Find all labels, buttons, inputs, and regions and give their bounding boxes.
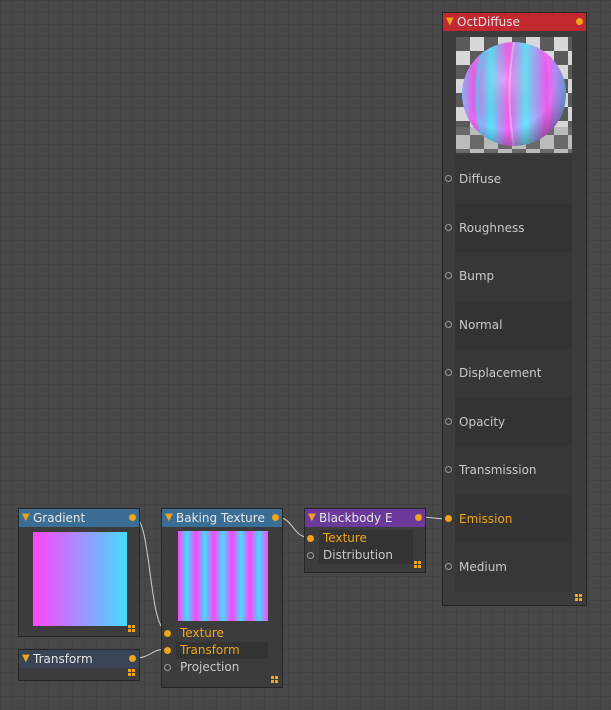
octdiffuse-output-pin[interactable] xyxy=(576,18,583,25)
octdiffuse-pin-roughness[interactable]: Roughness xyxy=(443,204,585,253)
baking-pin-projection[interactable]: Projection xyxy=(164,659,274,676)
pin-dot-icon[interactable] xyxy=(445,369,452,376)
blackbody-node-header[interactable]: ▼ Blackbody E xyxy=(305,509,425,527)
blackbody-pin-distribution[interactable]: Distribution xyxy=(307,547,415,564)
gradient-output-pin[interactable] xyxy=(129,514,136,521)
pin-label: Transmission xyxy=(459,463,537,477)
transform-node-header[interactable]: ▼ Transform xyxy=(19,650,139,668)
blackbody-node-title: Blackbody E xyxy=(319,511,393,525)
octdiffuse-pin-diffuse[interactable]: Diffuse xyxy=(443,155,585,204)
collapse-triangle-icon[interactable]: ▼ xyxy=(22,509,30,527)
octdiffuse-node-header[interactable]: ▼ OctDiffuse xyxy=(443,13,586,31)
octdiffuse-pin-displacement[interactable]: Displacement xyxy=(443,349,585,398)
collapse-triangle-icon[interactable]: ▼ xyxy=(308,509,316,527)
blackbody-emission-node[interactable]: ▼ Blackbody E Texture Distribution xyxy=(304,508,426,573)
baking-texture-node-header[interactable]: ▼ Baking Texture xyxy=(162,509,282,527)
pin-dot-icon[interactable] xyxy=(445,563,452,570)
pin-label: Roughness xyxy=(459,221,525,235)
resize-grip-icon[interactable] xyxy=(128,625,135,632)
pin-label: Medium xyxy=(459,560,507,574)
gradient-node[interactable]: ▼ Gradient xyxy=(18,508,140,637)
gradient-node-title: Gradient xyxy=(33,511,86,525)
gradient-node-header[interactable]: ▼ Gradient xyxy=(19,509,139,527)
blackbody-output-pin[interactable] xyxy=(415,514,422,521)
baking-texture-node-title: Baking Texture xyxy=(176,511,265,525)
pin-dot-icon[interactable] xyxy=(164,664,171,671)
baking-pin-transform[interactable]: Transform xyxy=(164,642,274,659)
transform-node[interactable]: ▼ Transform xyxy=(18,649,140,681)
resize-grip-icon[interactable] xyxy=(414,561,421,568)
transform-node-title: Transform xyxy=(33,652,93,666)
pin-label: Diffuse xyxy=(459,172,502,186)
pin-label: Projection xyxy=(180,660,240,674)
pin-label: Displacement xyxy=(459,366,542,380)
octdiffuse-pin-normal[interactable]: Normal xyxy=(443,301,585,350)
pin-dot-icon[interactable] xyxy=(445,224,452,231)
gradient-preview xyxy=(33,532,127,626)
baking-texture-output-pin[interactable] xyxy=(272,514,279,521)
blackbody-pin-texture[interactable]: Texture xyxy=(307,530,415,547)
baking-texture-preview xyxy=(178,531,268,621)
pin-dot-icon[interactable] xyxy=(307,535,314,542)
octdiffuse-pin-emission[interactable]: Emission xyxy=(443,495,585,544)
pin-label: Texture xyxy=(180,626,224,640)
octdiffuse-node-title: OctDiffuse xyxy=(457,15,520,29)
resize-grip-icon[interactable] xyxy=(128,669,135,676)
pin-dot-icon[interactable] xyxy=(164,647,171,654)
collapse-triangle-icon[interactable]: ▼ xyxy=(165,509,173,527)
pin-dot-icon[interactable] xyxy=(445,272,452,279)
octdiffuse-node[interactable]: ▼ OctDiffuse Diffuse Roughness Bump Norm… xyxy=(442,12,587,606)
pin-label: Texture xyxy=(323,531,367,545)
pin-dot-icon[interactable] xyxy=(164,630,171,637)
baking-pin-texture[interactable]: Texture xyxy=(164,625,274,642)
material-preview xyxy=(456,37,572,153)
baking-texture-node[interactable]: ▼ Baking Texture Texture Transform Proje… xyxy=(161,508,283,688)
collapse-triangle-icon[interactable]: ▼ xyxy=(446,13,454,31)
pin-dot-icon[interactable] xyxy=(445,175,452,182)
octdiffuse-pin-transmission[interactable]: Transmission xyxy=(443,446,585,495)
pin-label: Transform xyxy=(180,643,240,657)
transform-output-pin[interactable] xyxy=(129,655,136,662)
pin-dot-icon[interactable] xyxy=(445,466,452,473)
pin-label: Normal xyxy=(459,318,503,332)
pin-label: Distribution xyxy=(323,548,394,562)
resize-grip-icon[interactable] xyxy=(575,594,582,601)
pin-dot-icon[interactable] xyxy=(445,515,452,522)
pin-dot-icon[interactable] xyxy=(307,552,314,559)
pin-label: Opacity xyxy=(459,415,506,429)
pin-dot-icon[interactable] xyxy=(445,321,452,328)
octdiffuse-pin-bump[interactable]: Bump xyxy=(443,252,585,301)
octdiffuse-pin-opacity[interactable]: Opacity xyxy=(443,398,585,447)
collapse-triangle-icon[interactable]: ▼ xyxy=(22,650,30,668)
resize-grip-icon[interactable] xyxy=(271,676,278,683)
pin-label: Bump xyxy=(459,269,495,283)
pin-label: Emission xyxy=(459,512,513,526)
pin-dot-icon[interactable] xyxy=(445,418,452,425)
octdiffuse-pin-medium[interactable]: Medium xyxy=(443,543,585,592)
